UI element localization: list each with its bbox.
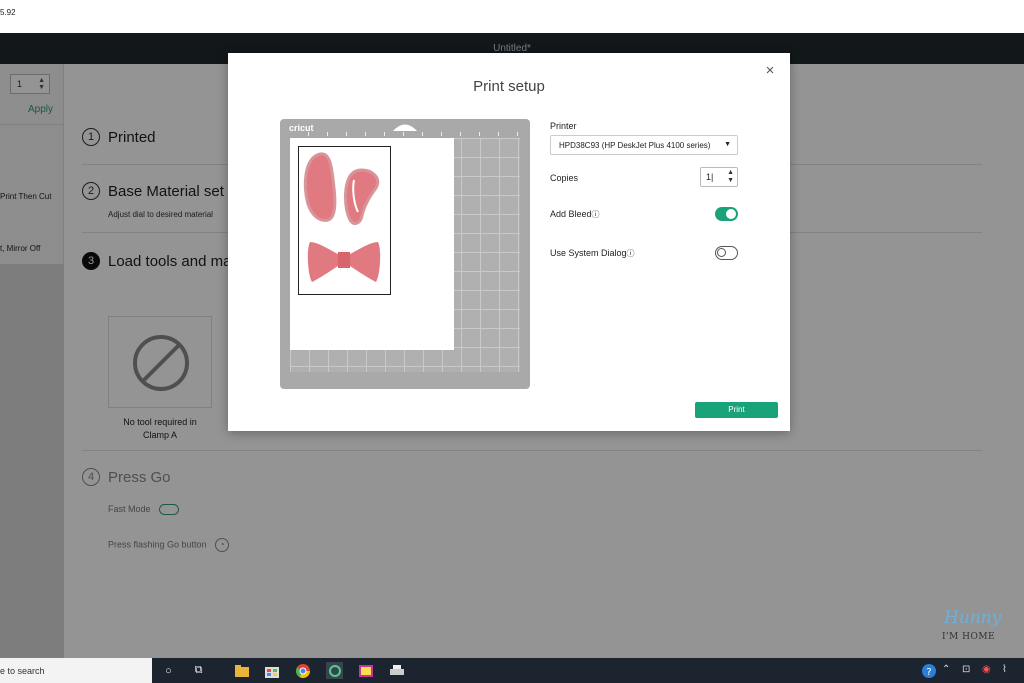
chevron-up-icon[interactable]: ⌃ [942, 664, 950, 675]
chevron-down-icon: ▼ [724, 141, 731, 148]
toggle-knob [717, 248, 726, 257]
bunny-ear-shape [344, 168, 380, 225]
search-text: e to search [0, 666, 45, 676]
printer-app-icon[interactable] [388, 662, 405, 679]
volume-icon[interactable]: ◉ [982, 664, 991, 675]
printer-label: Printer [550, 121, 577, 131]
add-bleed-label: Add Bleed [550, 209, 592, 219]
bow-shape [307, 242, 338, 282]
add-bleed-toggle[interactable] [715, 207, 738, 221]
spinner-arrows-icon[interactable]: ▲ ▼ [727, 169, 734, 185]
print-setup-dialog: Print setup × cricut Printer HPD38C93 (H… [228, 53, 790, 431]
printer-select[interactable]: HPD38C93 (HP DeskJet Plus 4100 series) ▼ [550, 135, 738, 155]
print-button[interactable]: Print [695, 402, 778, 418]
toggle-knob [726, 209, 736, 219]
system-dialog-toggle[interactable] [715, 246, 738, 260]
mat-preview: cricut [280, 119, 530, 389]
close-icon[interactable]: × [762, 63, 778, 79]
cricut-icon[interactable] [326, 662, 343, 679]
system-top-bar: 5.92 [0, 0, 1024, 33]
copies-value: 1| [706, 172, 714, 182]
watermark-logo: Hunny I'M HOME [942, 608, 1022, 654]
mat-ruler [308, 132, 518, 136]
cortana-icon[interactable]: ○ [160, 662, 177, 679]
bow-knot-shape [338, 252, 350, 268]
version-text: 5.92 [0, 8, 16, 17]
svg-text:?: ? [926, 667, 931, 678]
chrome-icon[interactable] [294, 662, 311, 679]
dialog-title: Print setup [473, 78, 545, 95]
store-icon[interactable] [263, 662, 280, 679]
printer-value: HPD38C93 (HP DeskJet Plus 4100 series) [559, 141, 711, 150]
bunny-ear-shape [303, 152, 337, 222]
info-icon[interactable]: ⓘ [627, 249, 635, 258]
system-dialog-label: Use System Dialog [550, 248, 627, 258]
add-bleed-label-row: Add Bleedⓘ [550, 209, 600, 220]
bow-shape [350, 242, 381, 282]
taskbar-search-box[interactable]: e to search [0, 658, 152, 683]
watermark-line1: Hunny [944, 608, 1002, 628]
info-icon[interactable]: ⓘ [592, 210, 600, 219]
photos-icon[interactable] [357, 662, 374, 679]
help-icon[interactable]: ? [920, 662, 937, 679]
design-preview [303, 152, 381, 282]
copies-label: Copies [550, 173, 579, 183]
task-view-icon[interactable]: ⧉ [190, 662, 207, 679]
watermark-line2: I'M HOME [942, 632, 996, 642]
system-dialog-label-row: Use System Dialogⓘ [550, 248, 635, 259]
copies-input[interactable]: 1| ▲ ▼ [700, 167, 738, 187]
wifi-icon[interactable]: ⌇ [1002, 664, 1007, 675]
file-explorer-icon[interactable] [233, 662, 250, 679]
windows-taskbar: e to search ○ ⧉ ? ⌃ ⊡ ◉ ⌇ [0, 658, 1024, 683]
network-icon[interactable]: ⊡ [962, 664, 970, 675]
